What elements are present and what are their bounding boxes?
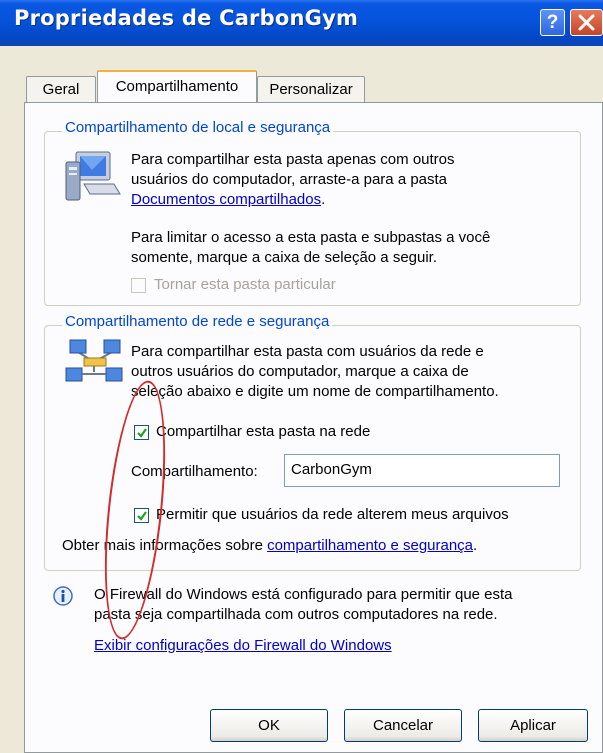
tab-personalizar[interactable]: Personalizar [257, 76, 365, 103]
firewall-desc-line: pasta seja compartilhada com outros comp… [94, 606, 498, 623]
network-desc-line: outros usuários do computador, marque a … [131, 363, 469, 380]
network-sharing-legend: Compartilhamento de rede e segurança [62, 313, 333, 330]
properties-window: Propriedades de CarbonGym ? Geral Compar… [0, 0, 603, 753]
local-desc-line: Documentos compartilhados. [131, 190, 571, 210]
period: . [321, 191, 326, 208]
firewall-desc-line: O Firewall do Windows está configurado p… [94, 586, 513, 603]
allow-changes-label[interactable]: Permitir que usuários da rede alterem me… [156, 505, 509, 525]
period: . [473, 537, 478, 554]
private-folder-label[interactable]: Tornar esta pasta particular [154, 275, 336, 295]
cancel-button[interactable]: Cancelar [344, 709, 462, 742]
firewall-description: O Firewall do Windows está configurado p… [94, 585, 594, 625]
network-desc-line: Para compartilhar esta pasta com usuário… [131, 343, 484, 360]
private-folder-checkbox[interactable] [131, 278, 146, 293]
local-desc-line: Para compartilhar esta pasta apenas com … [131, 151, 455, 168]
help-button[interactable]: ? [540, 9, 565, 36]
apply-button[interactable]: Aplicar [478, 709, 588, 742]
shared-documents-link[interactable]: Documentos compartilhados [131, 191, 321, 208]
network-desc-line: seleção abaixo e digite um nome de compa… [131, 383, 499, 400]
local-desc-line: usuários do computador, arraste-a para a… [131, 171, 448, 188]
private-description: Para limitar o acesso a esta pasta e sub… [131, 228, 576, 268]
sharing-security-link[interactable]: compartilhamento e segurança [267, 537, 473, 554]
monitor-icon [62, 148, 122, 208]
network-icon [64, 338, 126, 384]
tab-geral[interactable]: Geral [26, 76, 96, 103]
local-description: Para compartilhar esta pasta apenas com … [131, 150, 571, 210]
private-desc-line: somente, marque a caixa de seleção a seg… [131, 249, 438, 266]
network-description: Para compartilhar esta pasta com usuário… [131, 342, 576, 402]
close-button[interactable] [570, 9, 603, 36]
window-title: Propriedades de CarbonGym [14, 6, 359, 30]
tab-compartilhamento[interactable]: Compartilhamento [97, 70, 257, 102]
firewall-settings-link[interactable]: Exibir configurações do Firewall do Wind… [94, 636, 392, 656]
more-info-prefix: Obter mais informações sobre [62, 537, 268, 554]
info-icon [52, 585, 74, 607]
private-desc-line: Para limitar o acesso a esta pasta e sub… [131, 229, 491, 246]
share-name-input[interactable]: CarbonGym [284, 454, 560, 487]
share-folder-label[interactable]: Compartilhar esta pasta na rede [156, 422, 370, 442]
ok-button[interactable]: OK [210, 709, 328, 742]
local-sharing-legend: Compartilhamento de local e segurança [62, 119, 334, 136]
title-bar[interactable]: Propriedades de CarbonGym ? [0, 0, 603, 46]
close-icon [578, 14, 595, 31]
